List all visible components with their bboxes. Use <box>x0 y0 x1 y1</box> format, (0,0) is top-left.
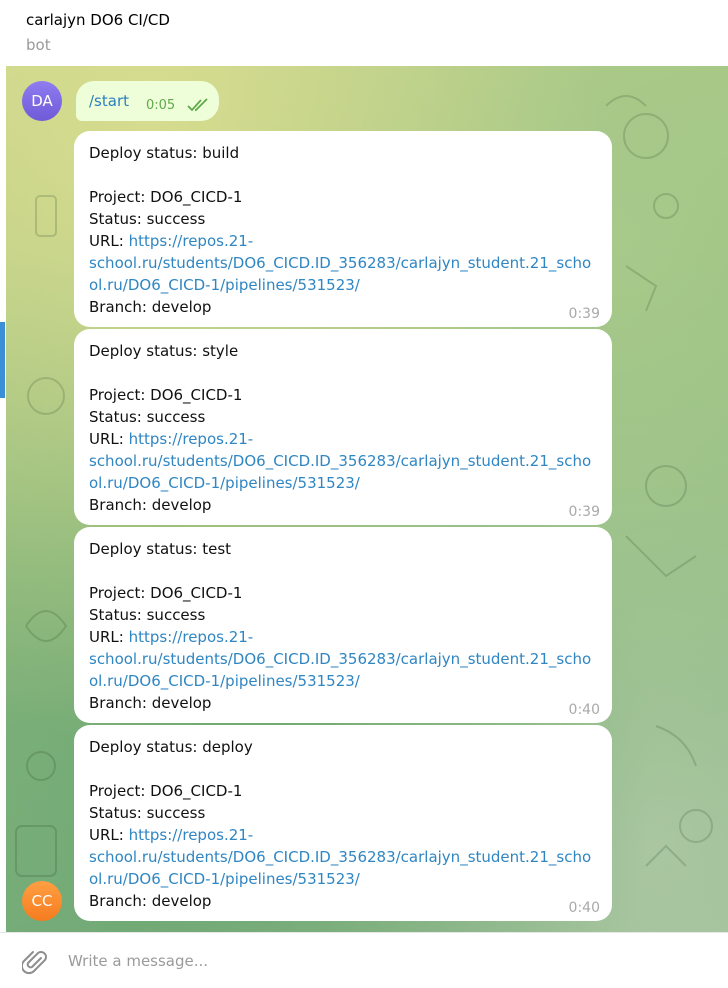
chat-header[interactable]: carlajyn DO6 CI/CD bot <box>0 0 728 66</box>
status-line: Status: success <box>89 210 206 228</box>
message-bubble[interactable]: Deploy status: test Project: DO6_CICD-1 … <box>74 527 612 723</box>
message-bubble[interactable]: Deploy status: style Project: DO6_CICD-1… <box>74 329 612 525</box>
outgoing-time: 0:05 <box>146 98 176 113</box>
user-avatar[interactable]: DA <box>22 81 62 121</box>
deploy-status: Deploy status: deploy <box>89 738 253 756</box>
url-line: URL: https://repos.21- <box>89 826 253 844</box>
url-link[interactable]: https://repos.21- <box>129 628 254 646</box>
double-check-icon <box>187 98 208 112</box>
url-link-end[interactable]: ol.ru/DO6_CICD-1/pipelines/531523/ <box>89 276 360 294</box>
url-link-continued[interactable]: school.ru/students/DO6_CICD.ID_356283/ca… <box>89 452 591 470</box>
project-line: Project: DO6_CICD-1 <box>89 386 243 404</box>
bot-avatar[interactable]: CC <box>22 881 62 921</box>
url-link-continued[interactable]: school.ru/students/DO6_CICD.ID_356283/ca… <box>89 650 591 668</box>
branch-line: Branch: develop <box>89 892 212 910</box>
url-line: URL: https://repos.21- <box>89 628 253 646</box>
deploy-status: Deploy status: style <box>89 342 239 360</box>
url-link-end[interactable]: ol.ru/DO6_CICD-1/pipelines/531523/ <box>89 672 360 690</box>
message-time: 0:39 <box>568 306 600 322</box>
deploy-status: Deploy status: test <box>89 540 232 558</box>
url-label: URL: <box>89 232 129 250</box>
message-time: 0:40 <box>568 702 600 718</box>
message-composer <box>0 932 728 988</box>
url-label: URL: <box>89 430 129 448</box>
url-link-continued[interactable]: school.ru/students/DO6_CICD.ID_356283/ca… <box>89 848 591 866</box>
chat-subtitle: bot <box>26 36 51 54</box>
message-time: 0:39 <box>568 504 600 520</box>
scroll-indicator <box>0 322 5 398</box>
message-bubble[interactable]: Deploy status: deploy Project: DO6_CICD-… <box>74 725 612 921</box>
url-label: URL: <box>89 826 129 844</box>
url-link-continued[interactable]: school.ru/students/DO6_CICD.ID_356283/ca… <box>89 254 591 272</box>
outgoing-message[interactable]: /start 0:05 <box>76 81 219 121</box>
project-line: Project: DO6_CICD-1 <box>89 188 243 206</box>
message-bubble[interactable]: Deploy status: build Project: DO6_CICD-1… <box>74 131 612 327</box>
url-link[interactable]: https://repos.21- <box>129 826 254 844</box>
url-label: URL: <box>89 628 129 646</box>
status-line: Status: success <box>89 408 206 426</box>
message-area[interactable]: DA /start 0:05 Deploy status: build Proj… <box>6 66 728 932</box>
paperclip-icon[interactable] <box>22 949 48 977</box>
outgoing-text[interactable]: /start <box>89 92 129 110</box>
url-line: URL: https://repos.21- <box>89 232 253 250</box>
status-line: Status: success <box>89 804 206 822</box>
message-input[interactable] <box>68 949 668 973</box>
url-link-end[interactable]: ol.ru/DO6_CICD-1/pipelines/531523/ <box>89 474 360 492</box>
message-time: 0:40 <box>568 900 600 916</box>
branch-line: Branch: develop <box>89 694 212 712</box>
project-line: Project: DO6_CICD-1 <box>89 782 243 800</box>
url-line: URL: https://repos.21- <box>89 430 253 448</box>
project-line: Project: DO6_CICD-1 <box>89 584 243 602</box>
chat-title: carlajyn DO6 CI/CD <box>26 11 170 29</box>
branch-line: Branch: develop <box>89 298 212 316</box>
url-link-end[interactable]: ol.ru/DO6_CICD-1/pipelines/531523/ <box>89 870 360 888</box>
deploy-status: Deploy status: build <box>89 144 240 162</box>
url-link[interactable]: https://repos.21- <box>129 232 254 250</box>
status-line: Status: success <box>89 606 206 624</box>
branch-line: Branch: develop <box>89 496 212 514</box>
url-link[interactable]: https://repos.21- <box>129 430 254 448</box>
